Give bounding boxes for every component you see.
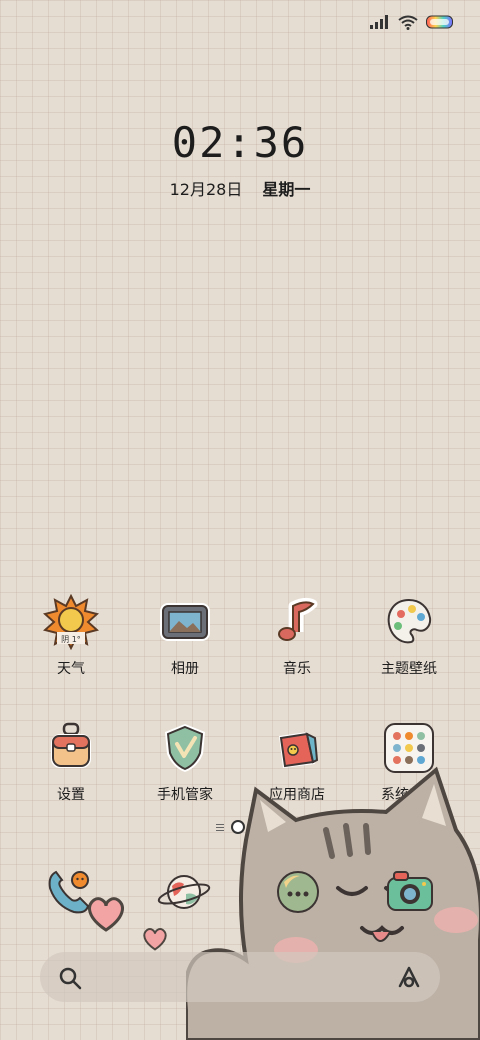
app-label: 音乐 [283,661,311,677]
weekday-text: 星期一 [262,180,311,199]
battery-icon [426,15,453,29]
weather-sun-icon: 阴 1° [43,594,99,650]
app-label: 天气 [57,661,85,677]
weather-badge: 阴 1° [61,635,81,644]
browser-planet-icon[interactable] [156,864,212,920]
app-label: 相册 [171,661,199,677]
search-bar[interactable] [40,952,440,1002]
status-bar [370,8,454,36]
app-music[interactable]: 音乐 [242,594,352,678]
app-themes[interactable]: 主题壁纸 [354,594,464,678]
date-text: 12月28日 [169,180,243,199]
music-note-icon [278,597,318,641]
assistant-icon[interactable] [396,964,422,990]
gallery-icon [160,603,210,641]
wifi-icon [398,15,418,30]
signal-icon [370,15,388,29]
app-settings[interactable]: 设置 [16,720,126,804]
messages-icon[interactable] [270,864,326,920]
search-icon[interactable] [58,966,82,990]
app-label: 主题壁纸 [381,661,437,677]
settings-bag-icon [51,722,91,768]
phone-icon[interactable] [42,864,98,920]
heart-decoration-small [143,928,167,951]
app-weather[interactable]: 阴 1° 天气 [16,594,126,678]
app-label: 设置 [57,787,85,803]
camera-icon[interactable] [382,864,438,920]
clock-date[interactable]: 12月28日 星期一 [0,176,480,200]
app-gallery[interactable]: 相册 [130,594,240,678]
clock-time[interactable]: 02:36 [0,118,480,167]
palette-icon [387,598,432,644]
